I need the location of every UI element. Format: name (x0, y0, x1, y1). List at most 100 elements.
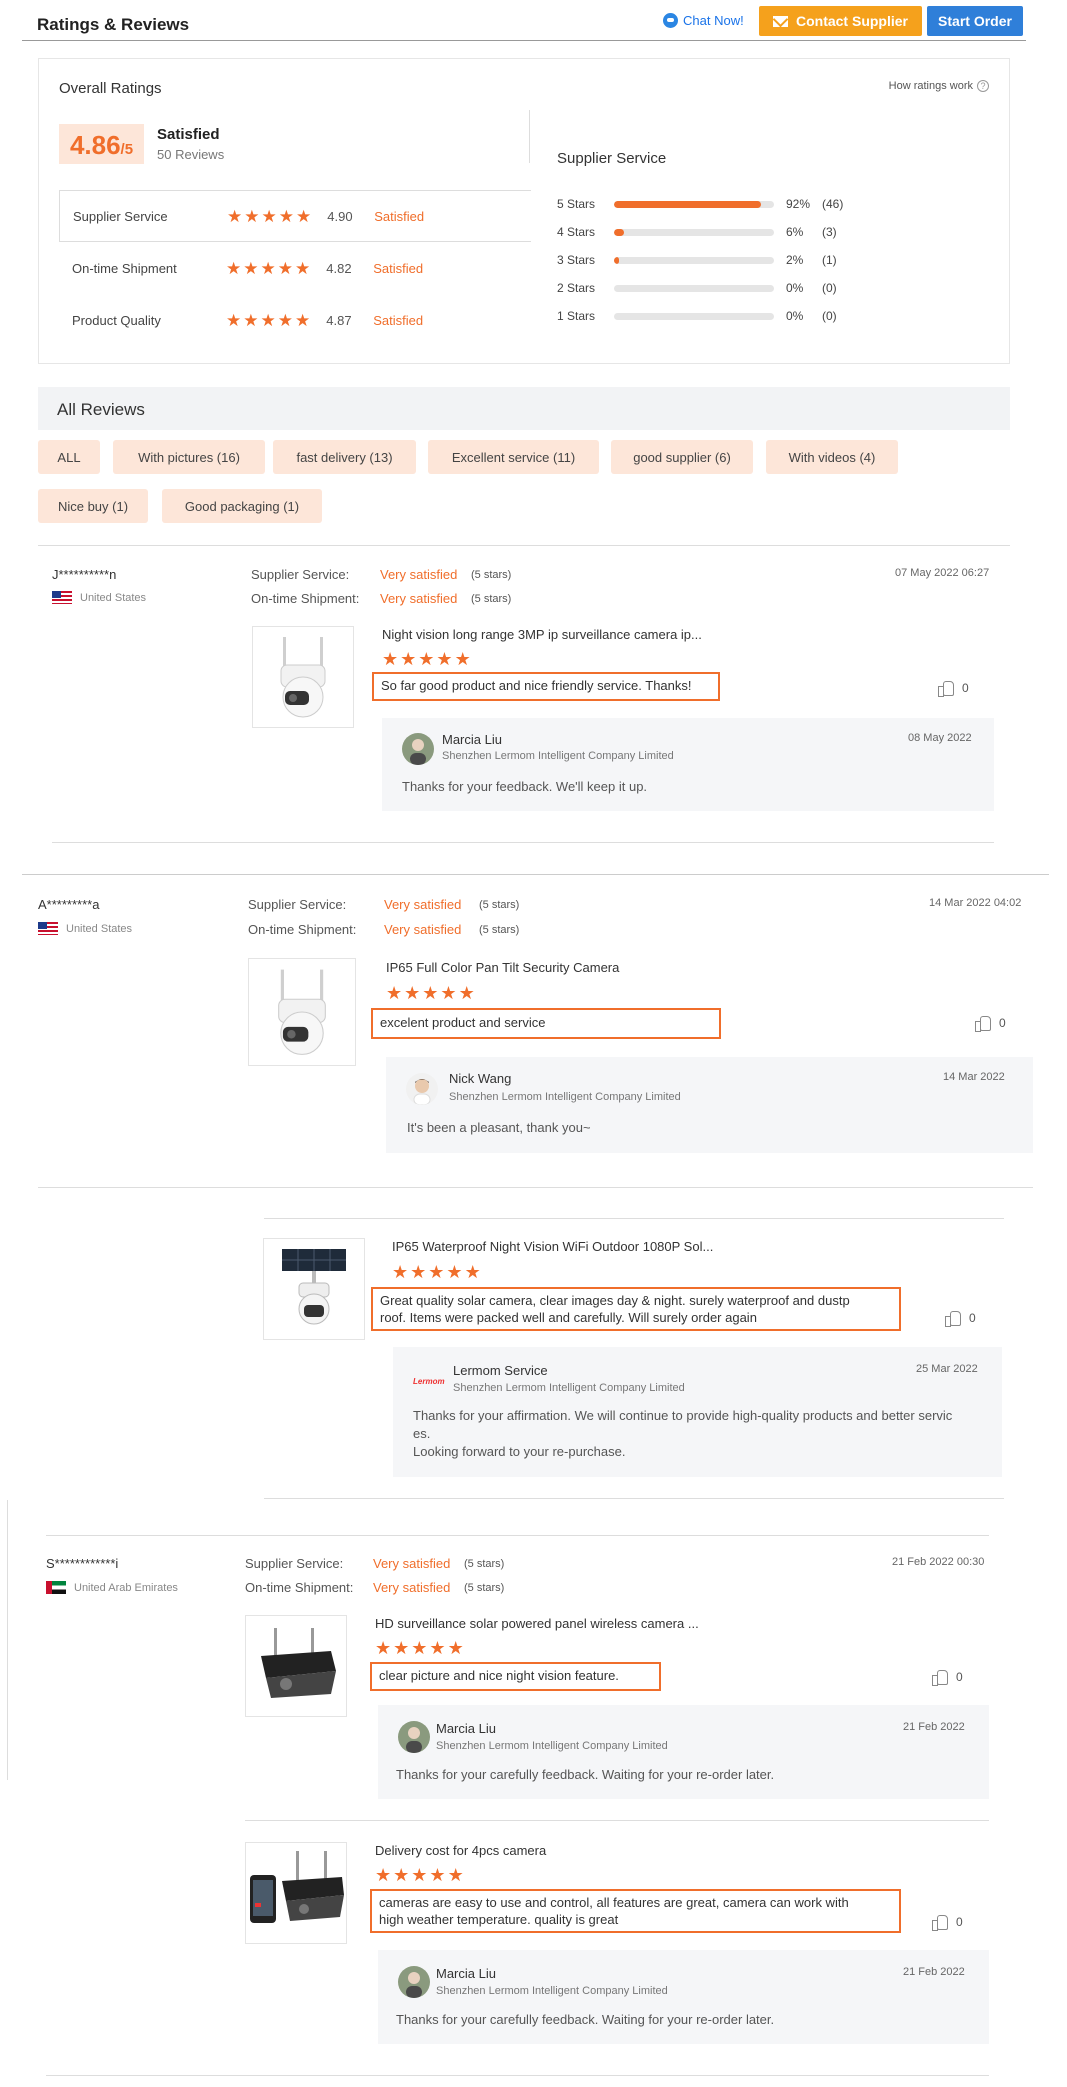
rating-row-on-time-shipment[interactable]: On-time Shipment ★ ★ ★ ★ ★ 4.82 Satisfied (59, 242, 531, 294)
filter-tag-with-pictures[interactable]: With pictures (16) (113, 440, 265, 474)
star-icon: ★ (278, 206, 294, 226)
breakdown-label: 4 Stars (557, 225, 596, 239)
how-ratings-work-link[interactable]: How ratings work ? (889, 80, 989, 92)
reviewer-name: J**********n (52, 567, 117, 582)
uae-flag-icon (46, 1581, 66, 1594)
star-icon: ★ (446, 1262, 463, 1282)
rating-status: Satisfied (373, 312, 424, 328)
star-icon: ★ (227, 206, 243, 226)
filter-tag-all[interactable]: ALL (38, 440, 100, 474)
filter-tag-good-supplier[interactable]: good supplier (6) (611, 440, 753, 474)
supplier-service-label: Supplier Service: (248, 897, 347, 912)
like-button[interactable]: 0 (932, 1669, 963, 1686)
reply-company: Shenzhen Lermom Intelligent Company Limi… (449, 1091, 681, 1103)
star-icon: ★ (244, 206, 260, 226)
product-title[interactable]: HD surveillance solar powered panel wire… (375, 1616, 699, 1631)
reply-company: Shenzhen Lermom Intelligent Company Limi… (436, 1985, 668, 1997)
rating-row-product-quality[interactable]: Product Quality ★ ★ ★ ★ ★ 4.87 Satisfied (59, 294, 531, 346)
star-icon: ★ (436, 649, 453, 669)
review-comment-line: roof. Items were packed well and careful… (380, 1310, 757, 1325)
product-image[interactable] (245, 1615, 347, 1717)
overall-score: 4.86 /5 (59, 124, 144, 164)
star-icon: ★ (447, 1865, 464, 1885)
reply-date: 08 May 2022 (908, 732, 972, 744)
breakdown-bar-fill (614, 256, 619, 264)
product-image[interactable] (248, 958, 356, 1066)
rating-row-supplier-service[interactable]: Supplier Service ★ ★ ★ ★ ★ 4.90 Satisfied (59, 190, 531, 242)
filter-tag-good-packaging[interactable]: Good packaging (1) (162, 489, 322, 523)
breakdown-label: 5 Stars (557, 197, 596, 211)
star-icon: ★ (400, 649, 417, 669)
ontime-shipment-value: Very satisfied (380, 591, 458, 606)
contact-supplier-button[interactable]: Contact Supplier (759, 6, 922, 36)
like-button[interactable]: 0 (938, 680, 969, 697)
star-icon: ★ (260, 310, 276, 330)
product-title[interactable]: IP65 Full Color Pan Tilt Security Camera (386, 960, 619, 975)
divider (245, 1820, 989, 1821)
star-icon: ★ (226, 258, 242, 278)
product-title[interactable]: Delivery cost for 4pcs camera (375, 1843, 546, 1858)
rating-value: 4.87 (326, 312, 352, 328)
filter-tag-with-videos[interactable]: With videos (4) (766, 440, 898, 474)
star-icon: ★ (295, 258, 311, 278)
ontime-shipment-label: On-time Shipment: (251, 591, 360, 606)
country-name: United States (66, 922, 133, 935)
star-icon: ★ (260, 258, 276, 278)
envelope-icon (772, 15, 788, 27)
product-star-rating: ★ ★ ★ ★ ★ (386, 984, 475, 1002)
ontime-shipment-label: On-time Shipment: (248, 922, 357, 937)
thumbs-up-icon (938, 680, 954, 697)
breakdown-count: (0) (822, 281, 837, 295)
star-icon: ★ (404, 983, 421, 1003)
reply-text: Thanks for your carefully feedback. Wait… (396, 2012, 775, 2027)
like-count: 0 (956, 1914, 963, 1929)
breakdown-row-1: 1 Stars 0% (0) (557, 307, 837, 325)
star-icon: ★ (375, 1638, 392, 1658)
chat-now-link[interactable]: Chat Now! (663, 13, 744, 28)
product-star-rating: ★ ★ ★ ★ ★ (392, 1263, 481, 1281)
supplier-service-stars: (5 stars) (471, 569, 512, 581)
star-icon: ★ (440, 983, 457, 1003)
star-icon: ★ (243, 258, 259, 278)
ontime-shipment-value: Very satisfied (373, 1580, 451, 1595)
reply-date: 21 Feb 2022 (903, 1966, 965, 1978)
rating-value: 4.82 (326, 260, 352, 276)
ontime-shipment-stars: (5 stars) (471, 593, 512, 605)
like-button[interactable]: 0 (975, 1015, 1006, 1032)
star-icon: ★ (261, 206, 277, 226)
ontime-shipment-stars: (5 stars) (479, 924, 520, 936)
breakdown-count: (0) (822, 309, 837, 323)
filter-tag-fast-delivery[interactable]: fast delivery (13) (273, 440, 416, 474)
star-icon: ★ (296, 206, 312, 226)
rating-label: Supplier Service (73, 208, 168, 224)
breakdown-label: 1 Stars (557, 309, 596, 323)
breakdown-count: (3) (822, 225, 837, 239)
breakdown-row-5: 5 Stars 92% (46) (557, 195, 843, 213)
thumbs-up-icon (975, 1015, 991, 1032)
product-title[interactable]: IP65 Waterproof Night Vision WiFi Outdoo… (392, 1239, 713, 1254)
reply-text-line: Looking forward to your re-purchase. (413, 1444, 626, 1459)
product-image[interactable] (245, 1842, 347, 1944)
supplier-reply: Marcia Liu Shenzhen Lermom Intelligent C… (382, 718, 994, 811)
product-image[interactable] (263, 1238, 365, 1340)
star-icon: ★ (382, 649, 399, 669)
avatar (406, 1073, 438, 1105)
filter-tag-excellent-service[interactable]: Excellent service (11) (428, 440, 599, 474)
like-button[interactable]: 0 (945, 1310, 976, 1327)
filter-tag-nice-buy[interactable]: Nice buy (1) (38, 489, 148, 523)
breakdown-percent: 2% (786, 253, 804, 267)
breakdown-count: (1) (822, 253, 837, 267)
divider (264, 1218, 1004, 1219)
reply-text: Thanks for your carefully feedback. Wait… (396, 1767, 775, 1782)
breakdown-bar-fill (614, 200, 762, 208)
start-order-button[interactable]: Start Order (927, 6, 1023, 36)
review-comment: excelent product and service (371, 1008, 721, 1039)
product-image[interactable] (252, 626, 354, 728)
product-title[interactable]: Night vision long range 3MP ip surveilla… (382, 627, 702, 642)
divider (22, 874, 1049, 875)
us-flag-icon (52, 591, 72, 604)
reply-name: Lermom Service (453, 1363, 548, 1378)
all-reviews-title: All Reviews (57, 400, 145, 419)
like-button[interactable]: 0 (932, 1914, 963, 1931)
chat-now-label: Chat Now! (683, 13, 744, 28)
